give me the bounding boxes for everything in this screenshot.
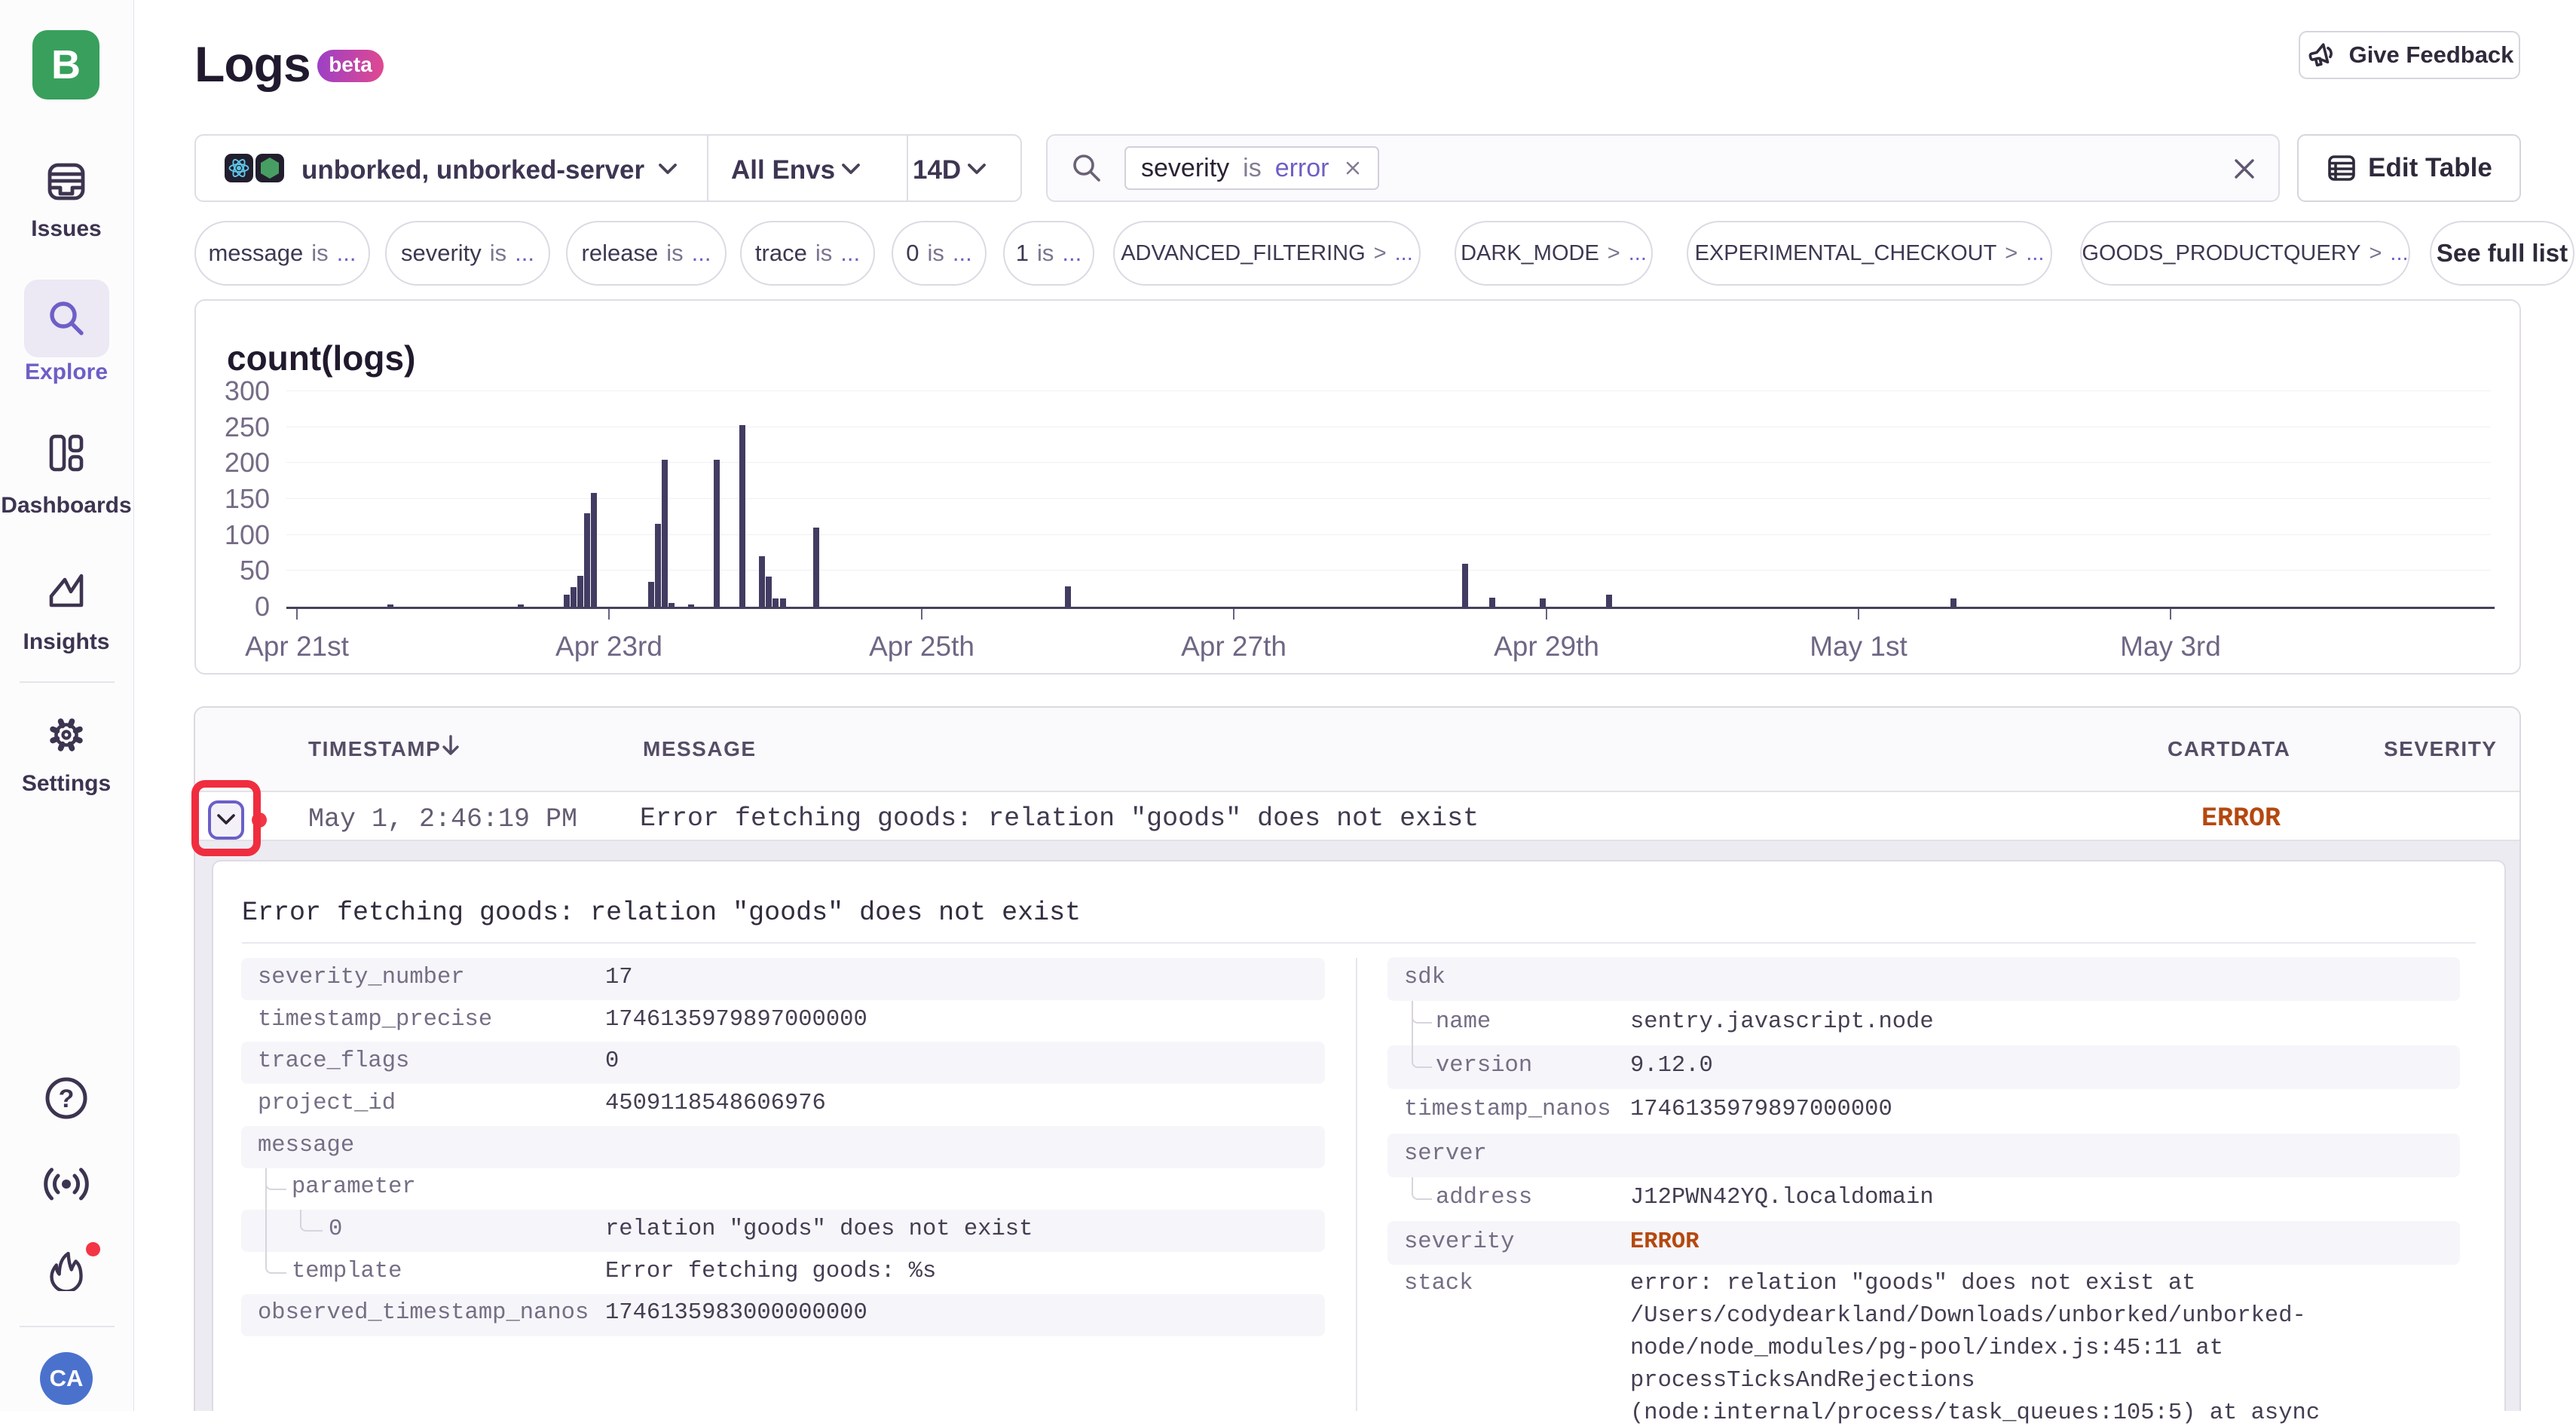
svg-text:?: ? <box>59 1085 75 1113</box>
